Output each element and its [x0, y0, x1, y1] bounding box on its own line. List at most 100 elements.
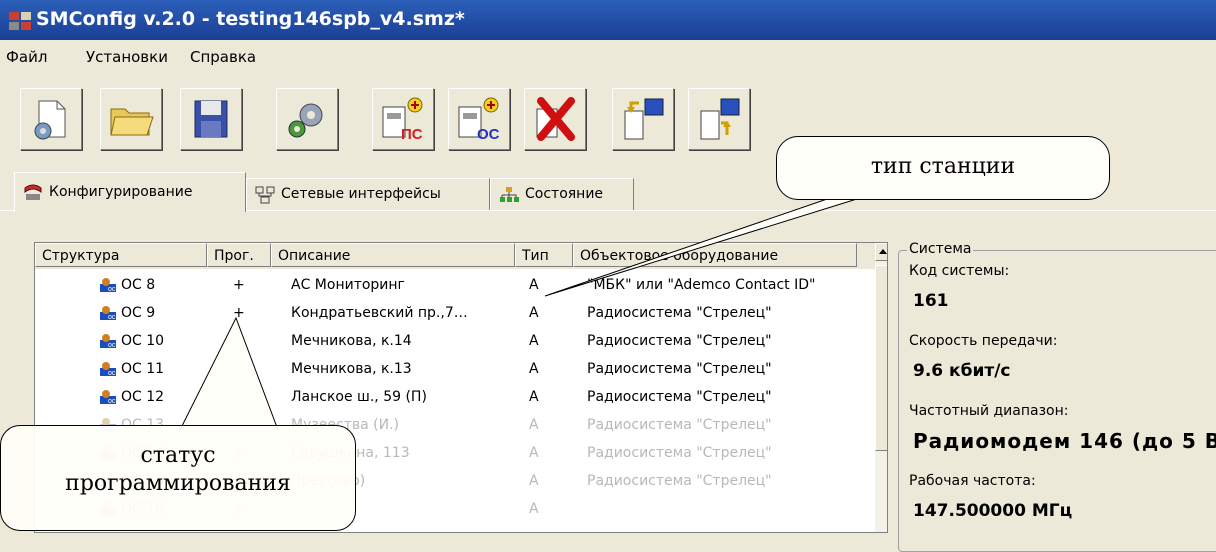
cell-structure: ОС 8 [121, 277, 156, 293]
working-frequency-value: 147.500000 МГц [913, 501, 1073, 521]
cell-type: А [529, 305, 539, 321]
cell-structure: ОС 10 [121, 333, 165, 349]
cell-type: А [529, 333, 539, 349]
cell-equipment: Радиосистема "Стрелец" [587, 417, 772, 433]
column-structure[interactable]: Структура [35, 243, 207, 267]
column-equipment[interactable]: Объектовое оборудование [573, 243, 857, 267]
menu-file[interactable]: Файл [6, 48, 47, 66]
cell-type: А [529, 473, 539, 489]
frequency-band-value: Радиомодем 146 (до 5 Вт) [913, 429, 1216, 453]
table-row[interactable]: oc ОС 11 + Мечникова, к.13 А Радиосистема "Ст… [35, 355, 887, 383]
cell-description: Мечникова, к.14 [291, 333, 412, 349]
menu-help[interactable]: Справка [190, 48, 256, 66]
new-file-button[interactable] [20, 88, 82, 150]
app-icon [9, 12, 31, 30]
tab-network-interfaces[interactable]: Сетевые интерфейсы [246, 178, 490, 210]
station-icon: oc [100, 306, 116, 321]
callout-status-line2: программирования [65, 471, 291, 496]
cell-structure: ОС 12 [121, 389, 165, 405]
network-icon [255, 186, 275, 203]
column-description[interactable]: Описание [271, 243, 515, 267]
add-os-station-button[interactable]: ОС [448, 88, 510, 150]
window-title: SMConfig v.2.0 - testing146spb_v4.smz* [36, 8, 465, 30]
table-row[interactable]: oc ОС 10 + Мечникова, к.14 А Радиосистема "Ст… [35, 327, 887, 355]
cell-prog: + [233, 277, 245, 293]
cell-equipment: Радиосистема "Стрелец" [587, 473, 772, 489]
svg-text:oc: oc [108, 398, 116, 405]
open-folder-icon [110, 108, 154, 136]
cell-type: А [529, 417, 539, 433]
cell-prog: + [233, 333, 245, 349]
table-row[interactable]: oc ОС 12 + Ланское ш., 59 (П) А Радиосистема … [35, 383, 887, 411]
cell-prog: + [233, 389, 245, 405]
tab-label: Сетевые интерфейсы [281, 186, 441, 202]
vertical-scrollbar[interactable] [875, 243, 887, 532]
list-header: Структура Прог. Описание Тип Объектовое … [35, 243, 887, 269]
svg-text:oc: oc [108, 370, 116, 377]
upload-to-device-icon [700, 98, 740, 140]
station-icon: oc [100, 278, 116, 293]
scroll-thumb[interactable] [875, 265, 887, 451]
add-ps-station-icon: ПС [382, 97, 423, 143]
system-code-value: 161 [913, 291, 949, 311]
transfer-speed-value: 9.6 кбит/с [913, 361, 1011, 381]
menu-settings[interactable]: Установки [86, 48, 168, 66]
cell-type: А [529, 389, 539, 405]
tab-label: Конфигурирование [49, 184, 193, 200]
state-icon [500, 186, 519, 202]
cell-prog: + [233, 361, 245, 377]
table-row[interactable]: oc ОС 9 + Кондратьевский пр.,7… А Радиосистем… [35, 299, 887, 327]
save-file-button[interactable] [180, 88, 242, 150]
tab-state[interactable]: Состояние [490, 178, 634, 210]
station-icon: oc [100, 334, 116, 349]
working-frequency-label: Рабочая частота: [909, 473, 1036, 489]
svg-text:ОС: ОС [477, 126, 500, 143]
delete-icon [536, 97, 575, 141]
system-groupbox: Система Код системы: 161 Скорость переда… [898, 241, 1216, 552]
column-type[interactable]: Тип [515, 243, 573, 267]
configure-icon [24, 184, 42, 200]
svg-text:oc: oc [108, 314, 116, 321]
cell-description: Ланское ш., 59 (П) [291, 389, 427, 405]
cell-type: А [529, 445, 539, 461]
callout-programming-status: статус программирования [0, 425, 356, 531]
cell-description: Мечникова, к.13 [291, 361, 412, 377]
callout-status-line1: статус [140, 443, 216, 468]
settings-button[interactable] [276, 88, 338, 150]
cell-equipment: Радиосистема "Стрелец" [587, 333, 772, 349]
cell-equipment: Радиосистема "Стрелец" [587, 361, 772, 377]
cell-type: А [529, 501, 539, 517]
tab-configuration[interactable]: Конфигурирование [14, 172, 246, 212]
column-prog[interactable]: Прог. [207, 243, 271, 267]
write-station-button[interactable] [688, 88, 750, 150]
save-icon [194, 100, 228, 138]
cell-prog: + [233, 305, 245, 321]
station-icon: oc [100, 390, 116, 405]
title-bar: SMConfig v.2.0 - testing146spb_v4.smz* [0, 0, 1216, 40]
svg-text:oc: oc [108, 342, 116, 349]
cell-description: Кондратьевский пр.,7… [291, 305, 468, 321]
svg-text:oc: oc [108, 286, 116, 293]
settings-gear-icon [288, 103, 323, 138]
callout-station-type: тип станции [776, 136, 1110, 200]
svg-text:ПС: ПС [401, 126, 423, 143]
transfer-speed-label: Скорость передачи: [909, 333, 1058, 349]
new-document-icon [34, 100, 66, 140]
station-icon: oc [100, 362, 116, 377]
cell-equipment: Радиосистема "Стрелец" [587, 305, 772, 321]
open-file-button[interactable] [100, 88, 162, 150]
table-row[interactable]: oc ОС 8 + АС Мониторинг А "МБК" или "Ademco C… [35, 271, 887, 299]
menu-bar: Файл Установки Справка [0, 48, 1216, 72]
system-legend: Система [907, 241, 974, 257]
cell-equipment: Радиосистема "Стрелец" [587, 389, 772, 405]
download-from-device-icon [624, 98, 664, 140]
delete-button[interactable] [524, 88, 586, 150]
cell-description: АС Мониторинг [291, 277, 405, 293]
arrow-up-icon [879, 249, 887, 254]
cell-structure: ОС 9 [121, 305, 156, 321]
cell-structure: ОС 11 [121, 361, 165, 377]
read-station-button[interactable] [612, 88, 674, 150]
cell-type: А [529, 277, 539, 293]
add-ps-station-button[interactable]: ПС [372, 88, 434, 150]
scroll-up-button[interactable] [875, 243, 887, 261]
